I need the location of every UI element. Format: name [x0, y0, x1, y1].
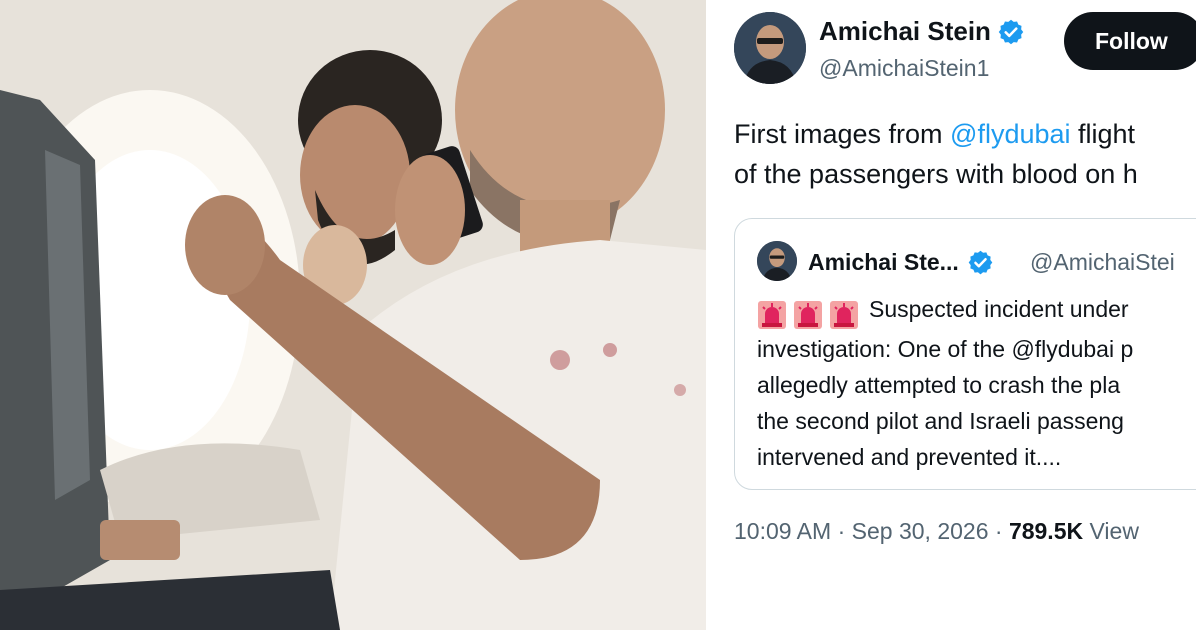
quoted-author-name: Amichai Ste...	[808, 249, 994, 276]
verified-badge-icon	[968, 250, 993, 275]
passengers-photo-illustration	[0, 0, 706, 630]
quoted-author-handle: @AmichaiStei	[1030, 249, 1175, 275]
quoted-text-line-3: allegedly attempted to crash the pla	[757, 372, 1121, 398]
tweet-metadata: 10:09 AM · Sep 30, 2026 · 789.5K View	[734, 518, 1139, 545]
tweet-text-suffix: flight	[1070, 119, 1136, 149]
author-name[interactable]: Amichai Stein	[819, 16, 1025, 47]
author-name-text: Amichai Stein	[819, 16, 991, 46]
police-siren-icon	[758, 300, 786, 329]
police-siren-icon	[794, 300, 822, 329]
meta-separator: ·	[831, 518, 852, 544]
quoted-text-line-5: intervened and prevented it....	[757, 444, 1062, 470]
tweet-card: Amichai Stein @AmichaiStein1 Follow Firs…	[710, 0, 1196, 630]
verified-badge-icon	[998, 19, 1024, 44]
tweet-photo[interactable]	[0, 0, 706, 630]
quoted-author-avatar	[757, 241, 797, 281]
tweet-text-line-1: First images from @flydubai flight	[734, 114, 1196, 154]
avatar-icon	[757, 241, 797, 281]
quoted-tweet[interactable]: Amichai Ste... @AmichaiStei Suspected in…	[734, 218, 1196, 490]
meta-separator: ·	[988, 518, 1009, 544]
avatar-icon	[734, 12, 806, 84]
siren-emoji-group	[757, 295, 865, 331]
author-handle[interactable]: @AmichaiStein1	[819, 55, 989, 82]
police-siren-icon	[830, 300, 858, 329]
quoted-text-line-2: investigation: One of the @flydubai p	[757, 336, 1134, 362]
follow-button[interactable]: Follow	[1064, 12, 1196, 70]
quoted-author-name-text: Amichai Ste...	[808, 249, 959, 275]
quoted-text-line-4: the second pilot and Israeli passeng	[757, 408, 1124, 434]
tweet-date[interactable]: Sep 30, 2026	[852, 518, 989, 544]
quoted-text-line-1: Suspected incident under	[757, 291, 1196, 331]
tweet-time[interactable]: 10:09 AM	[734, 518, 831, 544]
views-label: View	[1083, 518, 1139, 544]
quoted-text-first: Suspected incident under	[869, 296, 1129, 322]
flydubai-mention-link[interactable]: @flydubai	[950, 119, 1070, 149]
tweet-text-line-2: of the passengers with blood on h	[734, 159, 1138, 189]
views-count: 789.5K	[1008, 518, 1084, 544]
tweet-body: First images from @flydubai flight of th…	[734, 114, 1196, 194]
tweet-text-prefix: First images from	[734, 119, 951, 149]
quoted-tweet-body: Suspected incident under investigation: …	[757, 291, 1196, 475]
author-avatar[interactable]	[734, 12, 806, 84]
